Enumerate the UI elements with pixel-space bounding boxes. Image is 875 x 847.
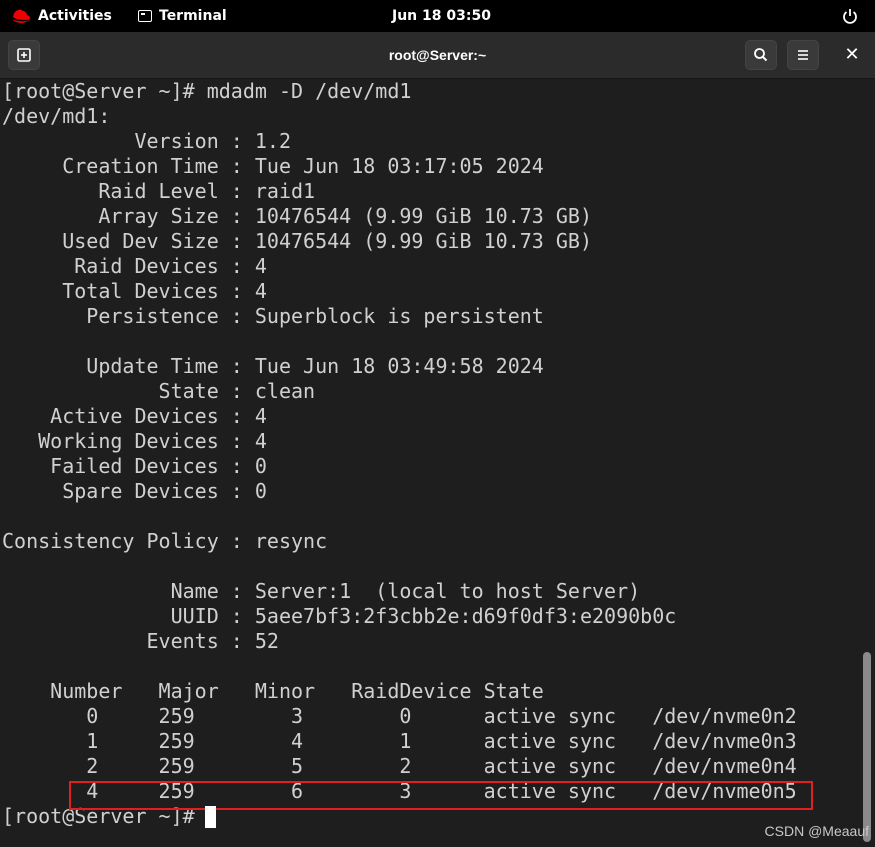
new-tab-icon xyxy=(17,48,31,62)
window-title: root@Server:~ xyxy=(388,47,487,63)
terminal-output[interactable]: [root@Server ~]# mdadm -D /dev/md1 /dev/… xyxy=(0,79,860,847)
close-button[interactable]: ✕ xyxy=(836,40,868,70)
menu-button[interactable] xyxy=(787,40,819,70)
terminal-line: Update Time : Tue Jun 18 03:49:58 2024 xyxy=(2,354,544,378)
watermark: CSDN @Meaauf xyxy=(764,823,869,839)
terminal-line: Array Size : 10476544 (9.99 GiB 10.73 GB… xyxy=(2,204,593,228)
hamburger-icon xyxy=(798,50,808,60)
new-tab-button[interactable] xyxy=(8,40,40,70)
search-button[interactable] xyxy=(745,40,777,70)
scrollbar-thumb[interactable] xyxy=(863,652,871,842)
terminal-line: 2 259 5 2 active sync /dev/nvme0n4 xyxy=(2,754,797,778)
activities-button[interactable]: Activities xyxy=(10,0,112,32)
title-bar: root@Server:~ ✕ xyxy=(0,32,875,79)
terminal-line: Raid Level : raid1 xyxy=(2,179,316,203)
terminal-line: Name : Server:1 (local to host Server) xyxy=(2,579,641,603)
terminal-line: Events : 52 xyxy=(2,629,279,653)
search-icon xyxy=(754,48,768,62)
top-bar: Activities Terminal Jun 18 03:50 xyxy=(0,0,875,32)
terminal-line: Used Dev Size : 10476544 (9.99 GiB 10.73… xyxy=(2,229,593,253)
app-menu-label: Terminal xyxy=(159,8,227,24)
terminal-line: [root@Server ~]# mdadm -D /dev/md1 xyxy=(2,79,412,103)
terminal-line: Number Major Minor RaidDevice State xyxy=(2,679,544,703)
highlight-box xyxy=(69,781,813,810)
terminal-line: Persistence : Superblock is persistent xyxy=(2,304,544,328)
terminal-line: Failed Devices : 0 xyxy=(2,454,267,478)
power-icon[interactable] xyxy=(842,0,858,32)
terminal-line: UUID : 5aee7bf3:2f3cbb2e:d69f0df3:e2090b… xyxy=(2,604,677,628)
terminal-line: State : clean xyxy=(2,379,316,403)
terminal-line: Version : 1.2 xyxy=(2,129,291,153)
terminal-icon xyxy=(138,10,152,22)
redhat-icon xyxy=(12,9,31,23)
terminal-line: Active Devices : 4 xyxy=(2,404,267,428)
terminal-line: 0 259 3 0 active sync /dev/nvme0n2 xyxy=(2,704,797,728)
terminal-line: Total Devices : 4 xyxy=(2,279,267,303)
terminal-line: Consistency Policy : resync xyxy=(2,529,328,553)
close-icon: ✕ xyxy=(844,44,860,65)
app-menu-terminal[interactable]: Terminal xyxy=(138,0,227,32)
activities-label: Activities xyxy=(38,8,112,24)
terminal-cursor xyxy=(205,806,216,828)
terminal-line: 1 259 4 1 active sync /dev/nvme0n3 xyxy=(2,729,797,753)
terminal-line: Working Devices : 4 xyxy=(2,429,267,453)
terminal-line: Creation Time : Tue Jun 18 03:17:05 2024 xyxy=(2,154,544,178)
scrollbar[interactable] xyxy=(860,79,875,847)
terminal-line: Spare Devices : 0 xyxy=(2,479,267,503)
terminal-window: root@Server:~ ✕ [root@Server ~]# mdadm -… xyxy=(0,32,875,847)
terminal-line: Raid Devices : 4 xyxy=(2,254,267,278)
clock[interactable]: Jun 18 03:50 xyxy=(392,0,491,32)
terminal-line: /dev/md1: xyxy=(2,104,111,128)
